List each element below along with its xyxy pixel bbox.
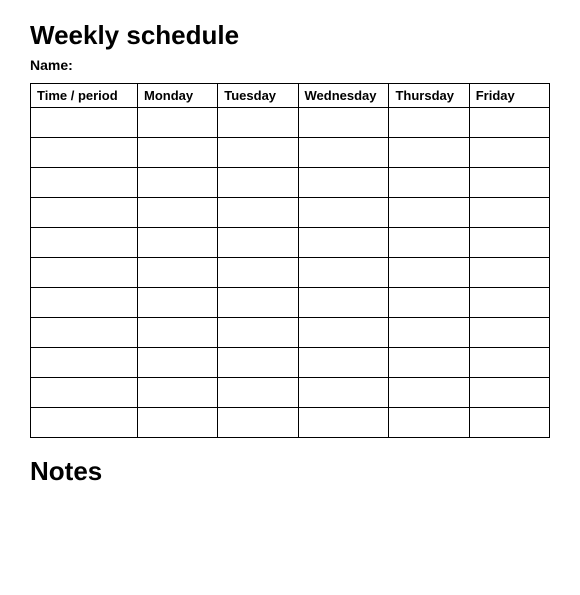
table-cell[interactable] (389, 108, 469, 138)
table-cell[interactable] (298, 318, 389, 348)
table-cell[interactable] (138, 288, 218, 318)
table-row (31, 138, 550, 168)
table-cell[interactable] (138, 138, 218, 168)
table-cell[interactable] (298, 288, 389, 318)
table-cell[interactable] (138, 408, 218, 438)
header-wednesday: Wednesday (298, 84, 389, 108)
header-monday: Monday (138, 84, 218, 108)
notes-title: Notes (30, 456, 550, 487)
table-row (31, 288, 550, 318)
table-row (31, 378, 550, 408)
table-cell[interactable] (389, 378, 469, 408)
table-cell[interactable] (298, 228, 389, 258)
table-cell[interactable] (389, 258, 469, 288)
table-cell[interactable] (31, 228, 138, 258)
table-cell[interactable] (218, 288, 298, 318)
table-cell[interactable] (469, 408, 549, 438)
table-cell[interactable] (31, 138, 138, 168)
table-cell[interactable] (469, 168, 549, 198)
table-cell[interactable] (389, 318, 469, 348)
table-cell[interactable] (138, 378, 218, 408)
table-cell[interactable] (31, 408, 138, 438)
table-cell[interactable] (138, 348, 218, 378)
header-time: Time / period (31, 84, 138, 108)
table-cell[interactable] (31, 288, 138, 318)
table-row (31, 228, 550, 258)
table-cell[interactable] (389, 198, 469, 228)
table-row (31, 258, 550, 288)
table-cell[interactable] (218, 318, 298, 348)
table-cell[interactable] (218, 378, 298, 408)
table-cell[interactable] (469, 228, 549, 258)
header-friday: Friday (469, 84, 549, 108)
table-cell[interactable] (138, 198, 218, 228)
table-cell[interactable] (31, 168, 138, 198)
table-cell[interactable] (31, 108, 138, 138)
table-cell[interactable] (218, 168, 298, 198)
table-cell[interactable] (218, 198, 298, 228)
table-cell[interactable] (389, 138, 469, 168)
table-cell[interactable] (218, 258, 298, 288)
table-cell[interactable] (138, 168, 218, 198)
table-cell[interactable] (389, 348, 469, 378)
table-cell[interactable] (138, 108, 218, 138)
table-cell[interactable] (389, 228, 469, 258)
table-cell[interactable] (31, 198, 138, 228)
table-cell[interactable] (469, 288, 549, 318)
table-cell[interactable] (138, 258, 218, 288)
table-cell[interactable] (31, 318, 138, 348)
table-cell[interactable] (469, 198, 549, 228)
page-title: Weekly schedule (30, 20, 550, 51)
table-header-row: Time / period Monday Tuesday Wednesday T… (31, 84, 550, 108)
table-cell[interactable] (469, 348, 549, 378)
table-cell[interactable] (469, 108, 549, 138)
table-cell[interactable] (138, 228, 218, 258)
header-tuesday: Tuesday (218, 84, 298, 108)
table-cell[interactable] (298, 378, 389, 408)
table-cell[interactable] (218, 228, 298, 258)
table-cell[interactable] (469, 138, 549, 168)
table-cell[interactable] (298, 348, 389, 378)
table-cell[interactable] (469, 378, 549, 408)
table-row (31, 348, 550, 378)
table-cell[interactable] (138, 318, 218, 348)
table-cell[interactable] (218, 348, 298, 378)
table-row (31, 408, 550, 438)
table-cell[interactable] (298, 138, 389, 168)
table-cell[interactable] (469, 258, 549, 288)
table-cell[interactable] (298, 108, 389, 138)
table-row (31, 318, 550, 348)
table-cell[interactable] (298, 258, 389, 288)
table-cell[interactable] (298, 198, 389, 228)
table-cell[interactable] (218, 108, 298, 138)
table-cell[interactable] (218, 138, 298, 168)
table-cell[interactable] (389, 408, 469, 438)
table-row (31, 168, 550, 198)
table-row (31, 198, 550, 228)
table-row (31, 108, 550, 138)
table-cell[interactable] (298, 408, 389, 438)
table-cell[interactable] (469, 318, 549, 348)
table-cell[interactable] (31, 258, 138, 288)
table-cell[interactable] (31, 348, 138, 378)
table-cell[interactable] (389, 288, 469, 318)
schedule-table: Time / period Monday Tuesday Wednesday T… (30, 83, 550, 438)
table-cell[interactable] (218, 408, 298, 438)
header-thursday: Thursday (389, 84, 469, 108)
table-cell[interactable] (298, 168, 389, 198)
table-cell[interactable] (31, 378, 138, 408)
name-label: Name: (30, 57, 550, 73)
table-cell[interactable] (389, 168, 469, 198)
